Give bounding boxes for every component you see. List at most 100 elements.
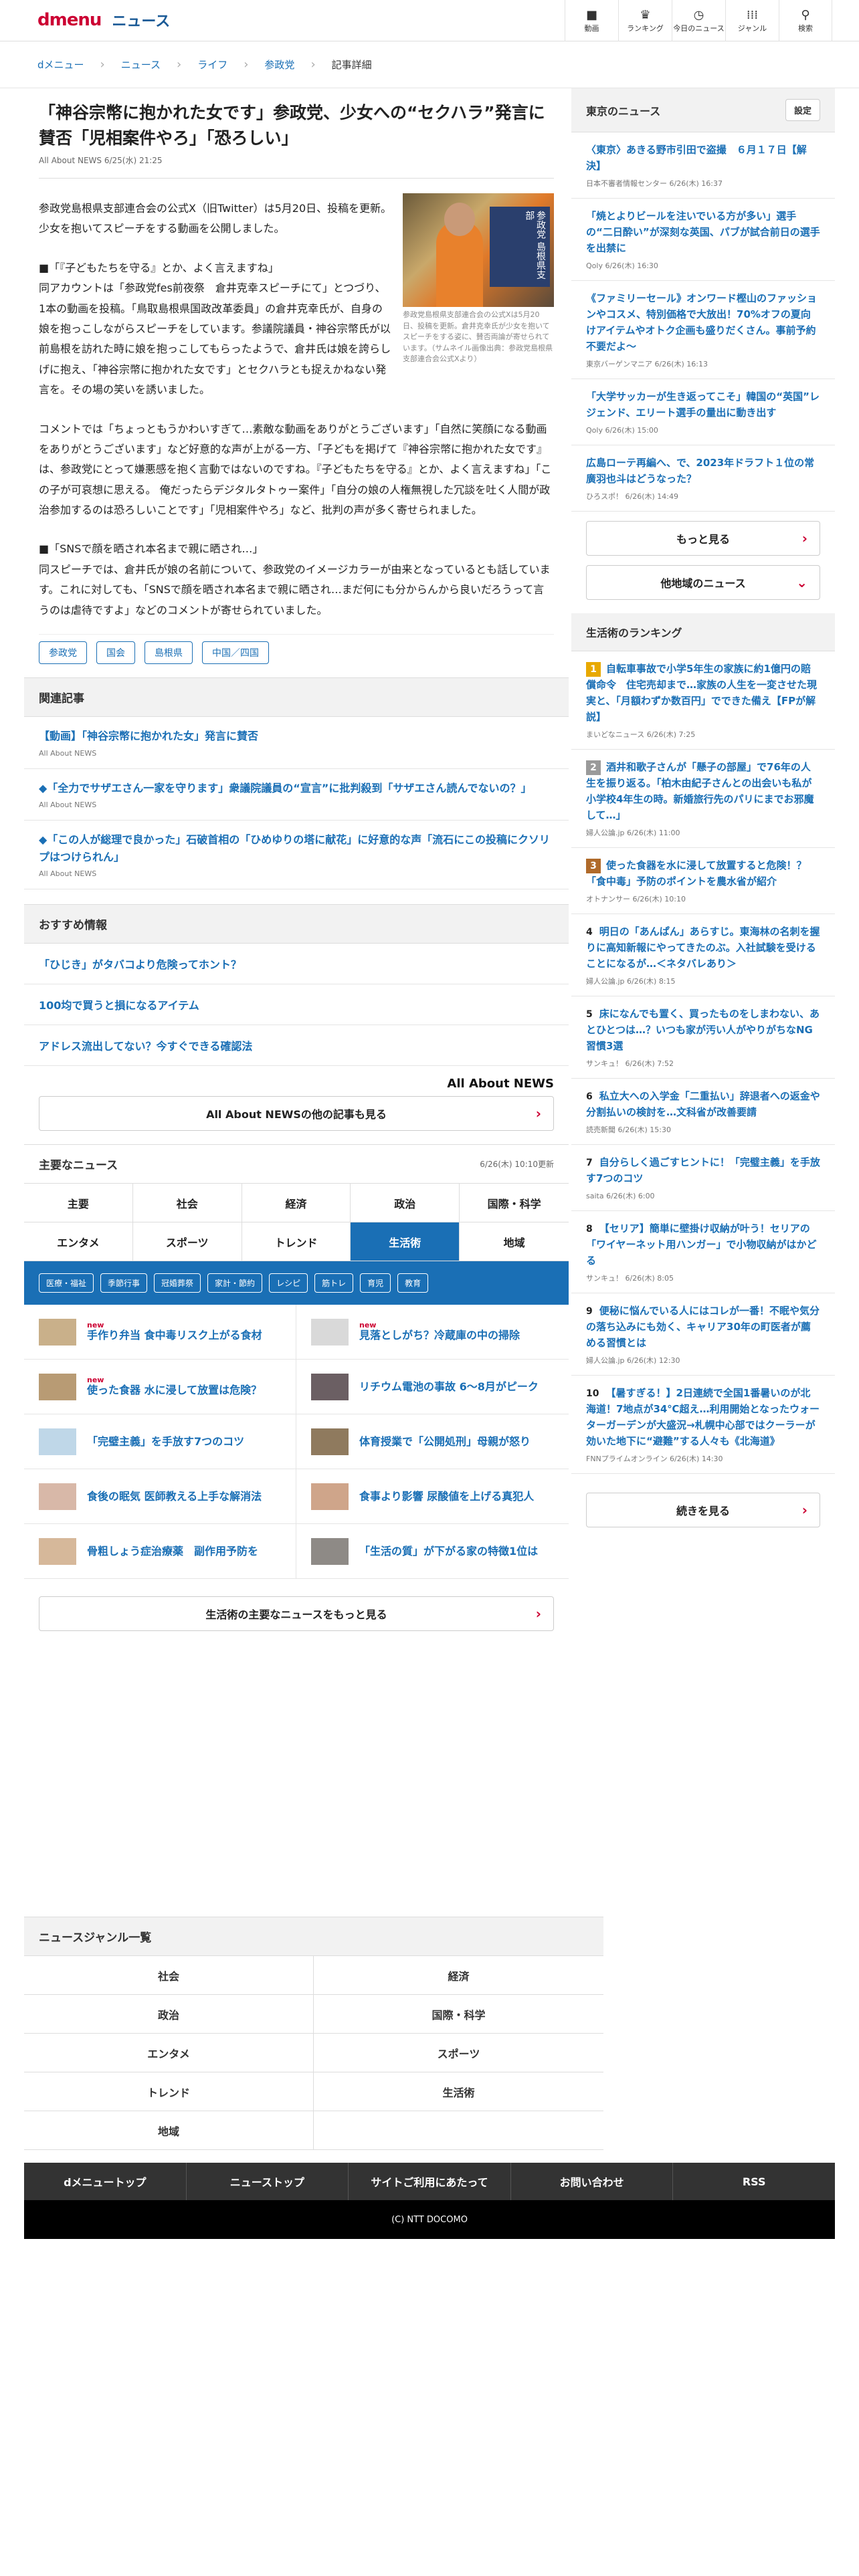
- ranking-item[interactable]: 9 便秘に悩んでいる人にはコレが一番！不眠や気分の落ち込みにも効く、キャリア30年…: [571, 1293, 835, 1376]
- news-title[interactable]: リチウム電池の事故 6～8月がピーク: [359, 1380, 539, 1393]
- news-item[interactable]: new 手作り弁当 食中毒リスク上がる食材: [24, 1305, 296, 1360]
- allabout-more-button[interactable]: All About NEWSの他の記事も見る ›: [39, 1096, 554, 1132]
- tab-international[interactable]: 国際・科学: [460, 1184, 569, 1223]
- local-news-item[interactable]: 「焼とよりビールを注いでいる方が多い」選手の“二日酔い”が深刻な英国、パブが試合…: [571, 199, 835, 281]
- related-item[interactable]: ◆「全力でサザエさん一家を守ります」衆議院議員の“宣言”に批判殺到「サザエさん読…: [24, 769, 569, 821]
- tab-politics[interactable]: 政治: [351, 1184, 460, 1223]
- tab-major[interactable]: 主要: [24, 1184, 133, 1223]
- tag-link[interactable]: 中国／四国: [202, 641, 269, 665]
- ranking-title[interactable]: 私立大への入学金「二重払い」辞退者への返金や分割払いの検討を…文科省が改善要請: [586, 1090, 820, 1118]
- genre-link[interactable]: 国際・科学: [314, 1995, 603, 2034]
- news-title[interactable]: 食後の眠気 医師教える上手な解消法: [87, 1490, 262, 1503]
- recommend-item[interactable]: 100均で買うと損になるアイテム: [24, 984, 569, 1026]
- tab-society[interactable]: 社会: [132, 1184, 242, 1223]
- ranking-title[interactable]: 【セリア】簡単に壁掛け収納が叶う！セリアの「ワイヤーネット用ハンガー」で小物収納…: [586, 1222, 817, 1267]
- news-item[interactable]: 食事より影響 尿酸値を上げる真犯人: [296, 1469, 569, 1525]
- ranking-title[interactable]: 明日の「あんぱん」あらすじ。東海林の名刺を握りに高知新報にやってきたのぶ。入社試…: [586, 926, 820, 970]
- local-news-title[interactable]: 〈東京〉あきる野市引田で盗撮 ６月１７日【解決】: [586, 142, 820, 174]
- subcategory-chip[interactable]: 冠婚葬祭: [154, 1273, 201, 1293]
- nav-ranking[interactable]: ♛ ランキング: [618, 0, 672, 41]
- local-news-title[interactable]: 広島ローテ再編へ、で、2023年ドラフト１位の常廣羽也斗はどうなった？: [586, 455, 820, 487]
- ranking-item[interactable]: 1 自転車事故で小学5年生の家族に約1億円の賠償命令 住宅売却まで…家族の人生を一…: [571, 651, 835, 750]
- related-title[interactable]: 【動画】「神谷宗幣に抱かれた女」発言に賛否: [39, 728, 554, 745]
- news-title[interactable]: 骨粗しょう症治療薬 副作用予防を: [87, 1545, 258, 1558]
- nav-genre[interactable]: ⁞⁞⁞ ジャンル: [725, 0, 779, 41]
- local-news-item[interactable]: 「大学サッカーが生き返ってこそ」韓国の“英国”レジェンド、エリート選手の量出に動…: [571, 379, 835, 445]
- news-item[interactable]: new 見落としがち？冷蔵庫の中の掃除: [296, 1305, 569, 1360]
- article-photo[interactable]: 参政党 島根県支部 参政党島根県支部連合会の公式Xは5月20日、投稿を更新。倉井…: [403, 193, 554, 365]
- ranking-item[interactable]: 7 自分らしく過ごすヒントに！「完璧主義」を手放す7つのコツ saita 6/26(…: [571, 1145, 835, 1211]
- genre-link[interactable]: エンタメ: [24, 2034, 314, 2072]
- breadcrumb-item[interactable]: ライフ: [197, 58, 227, 72]
- ranking-item[interactable]: 5 床になんでも置く、買ったものをしまわない、あとひとつは…？いつも家が汚い人がや…: [571, 996, 835, 1079]
- local-news-title[interactable]: 「焼とよりビールを注いでいる方が多い」選手の“二日酔い”が深刻な英国、パブが試合…: [586, 208, 820, 256]
- ranking-title[interactable]: 酒井和歌子さんが「懸子の部屋」で76年の人生を振り返る。「柏木由紀子さんとの出会…: [586, 761, 814, 821]
- ranking-more-button[interactable]: 続きを見る ›: [586, 1493, 820, 1527]
- news-title[interactable]: 手作り弁当 食中毒リスク上がる食材: [87, 1329, 262, 1341]
- news-title[interactable]: 見落としがち？冷蔵庫の中の掃除: [359, 1329, 520, 1341]
- tag-link[interactable]: 島根県: [145, 641, 193, 665]
- subcategory-chip[interactable]: 家計・節約: [207, 1273, 263, 1293]
- ranking-title[interactable]: 床になんでも置く、買ったものをしまわない、あとひとつは…？いつも家が汚い人がやり…: [586, 1008, 820, 1052]
- site-logo[interactable]: dmenu ニュース: [37, 9, 170, 31]
- footer-link[interactable]: dメニュートップ: [24, 2163, 187, 2200]
- tab-lifestyle[interactable]: 生活術: [351, 1222, 460, 1262]
- footer-link[interactable]: お問い合わせ: [511, 2163, 674, 2200]
- nav-today[interactable]: ◷ 今日のニュース: [672, 0, 725, 41]
- subcategory-chip[interactable]: 医療・福祉: [39, 1273, 94, 1293]
- news-title[interactable]: 食事より影響 尿酸値を上げる真犯人: [359, 1490, 534, 1503]
- local-news-item[interactable]: 《ファミリーセール》オンワード樫山のファッションやコスメ、特別価格で大放出！70…: [571, 281, 835, 379]
- subcategory-chip[interactable]: 筋トレ: [314, 1273, 354, 1293]
- local-news-title[interactable]: 《ファミリーセール》オンワード樫山のファッションやコスメ、特別価格で大放出！70…: [586, 290, 820, 354]
- related-title[interactable]: ◆「全力でサザエさん一家を守ります」衆議院議員の“宣言”に批判殺到「サザエさん読…: [39, 780, 554, 797]
- news-logo[interactable]: ニュース: [112, 9, 170, 31]
- breadcrumb-item[interactable]: 参政党: [264, 58, 294, 72]
- article-image[interactable]: 参政党 島根県支部: [403, 193, 554, 307]
- related-item[interactable]: ◆「この人が総理で良かった」石破首相の「ひめゆりの塔に献花」に好意的な声「流石に…: [24, 821, 569, 890]
- news-item[interactable]: 「完璧主義」を手放す7つのコツ: [24, 1414, 296, 1470]
- news-item[interactable]: 食後の眠気 医師教える上手な解消法: [24, 1469, 296, 1525]
- breadcrumb-item[interactable]: ニュース: [121, 58, 161, 72]
- ranking-title[interactable]: 自分らしく過ごすヒントに！「完璧主義」を手放す7つのコツ: [586, 1156, 820, 1184]
- tab-trend[interactable]: トレンド: [242, 1222, 351, 1262]
- local-more-button[interactable]: もっと見る ›: [586, 521, 820, 556]
- news-title[interactable]: 「生活の質」が下がる家の特徴1位は: [359, 1545, 538, 1558]
- settings-button[interactable]: 設定: [785, 99, 820, 121]
- news-item[interactable]: 骨粗しょう症治療薬 副作用予防を: [24, 1524, 296, 1580]
- news-title[interactable]: 「完璧主義」を手放す7つのコツ: [87, 1435, 244, 1448]
- news-title[interactable]: 使った食器 水に浸して放置は危険？: [87, 1384, 262, 1396]
- genre-link[interactable]: 生活術: [314, 2072, 603, 2111]
- ranking-item[interactable]: 4 明日の「あんぱん」あらすじ。東海林の名刺を握りに高知新報にやってきたのぶ。入社…: [571, 914, 835, 996]
- recommend-item[interactable]: 「ひじき」がタバコより危険ってホント？: [24, 944, 569, 985]
- genre-link[interactable]: 政治: [24, 1995, 314, 2034]
- subcategory-chip[interactable]: レシピ: [269, 1273, 308, 1293]
- lifestyle-more-button[interactable]: 生活術の主要なニュースをもっと見る ›: [39, 1596, 554, 1632]
- ranking-title[interactable]: 自転車事故で小学5年生の家族に約1億円の賠償命令 住宅売却まで…家族の人生を一変…: [586, 663, 817, 723]
- genre-link[interactable]: 地域: [24, 2111, 314, 2150]
- recommend-item[interactable]: アドレス流出してない？今すぐできる確認法: [24, 1025, 569, 1067]
- other-region-button[interactable]: 他地域のニュース ⌄: [586, 565, 820, 600]
- nav-search[interactable]: ⚲ 検索: [779, 0, 832, 41]
- local-news-item[interactable]: 〈東京〉あきる野市引田で盗撮 ６月１７日【解決】 日本不審者情報センター 6/26…: [571, 132, 835, 199]
- tag-link[interactable]: 国会: [96, 641, 135, 665]
- dmenu-logo[interactable]: dmenu: [37, 10, 102, 30]
- footer-link[interactable]: サイトご利用にあたって: [349, 2163, 511, 2200]
- ranking-item[interactable]: 8 【セリア】簡単に壁掛け収納が叶う！セリアの「ワイヤーネット用ハンガー」で小物収…: [571, 1211, 835, 1293]
- tab-region[interactable]: 地域: [460, 1222, 569, 1262]
- tab-economy[interactable]: 経済: [242, 1184, 351, 1223]
- news-item[interactable]: 「生活の質」が下がる家の特徴1位は: [296, 1524, 569, 1580]
- breadcrumb-item[interactable]: dメニュー: [37, 58, 84, 72]
- subcategory-chip[interactable]: 育児: [360, 1273, 391, 1293]
- nav-video[interactable]: ■ 動画: [565, 0, 618, 41]
- local-news-title[interactable]: 「大学サッカーが生き返ってこそ」韓国の“英国”レジェンド、エリート選手の量出に動…: [586, 389, 820, 421]
- ranking-title[interactable]: 使った食器を水に浸して放置すると危険！？「食中毒」予防のポイントを農水省が紹介: [586, 859, 807, 887]
- ranking-item[interactable]: 3 使った食器を水に浸して放置すると危険！？「食中毒」予防のポイントを農水省が紹介…: [571, 848, 835, 914]
- tab-entertainment[interactable]: エンタメ: [24, 1222, 133, 1262]
- genre-link[interactable]: トレンド: [24, 2072, 314, 2111]
- ranking-title[interactable]: 便秘に悩んでいる人にはコレが一番！不眠や気分の落ち込みにも効く、キャリア30年の…: [586, 1305, 820, 1349]
- ranking-item[interactable]: 2 酒井和歌子さんが「懸子の部屋」で76年の人生を振り返る。「柏木由紀子さんとの出…: [571, 750, 835, 848]
- genre-link[interactable]: スポーツ: [314, 2034, 603, 2072]
- genre-link[interactable]: 社会: [24, 1956, 314, 1995]
- tag-link[interactable]: 参政党: [39, 641, 87, 665]
- related-title[interactable]: ◆「この人が総理で良かった」石破首相の「ひめゆりの塔に献花」に好意的な声「流石に…: [39, 831, 554, 865]
